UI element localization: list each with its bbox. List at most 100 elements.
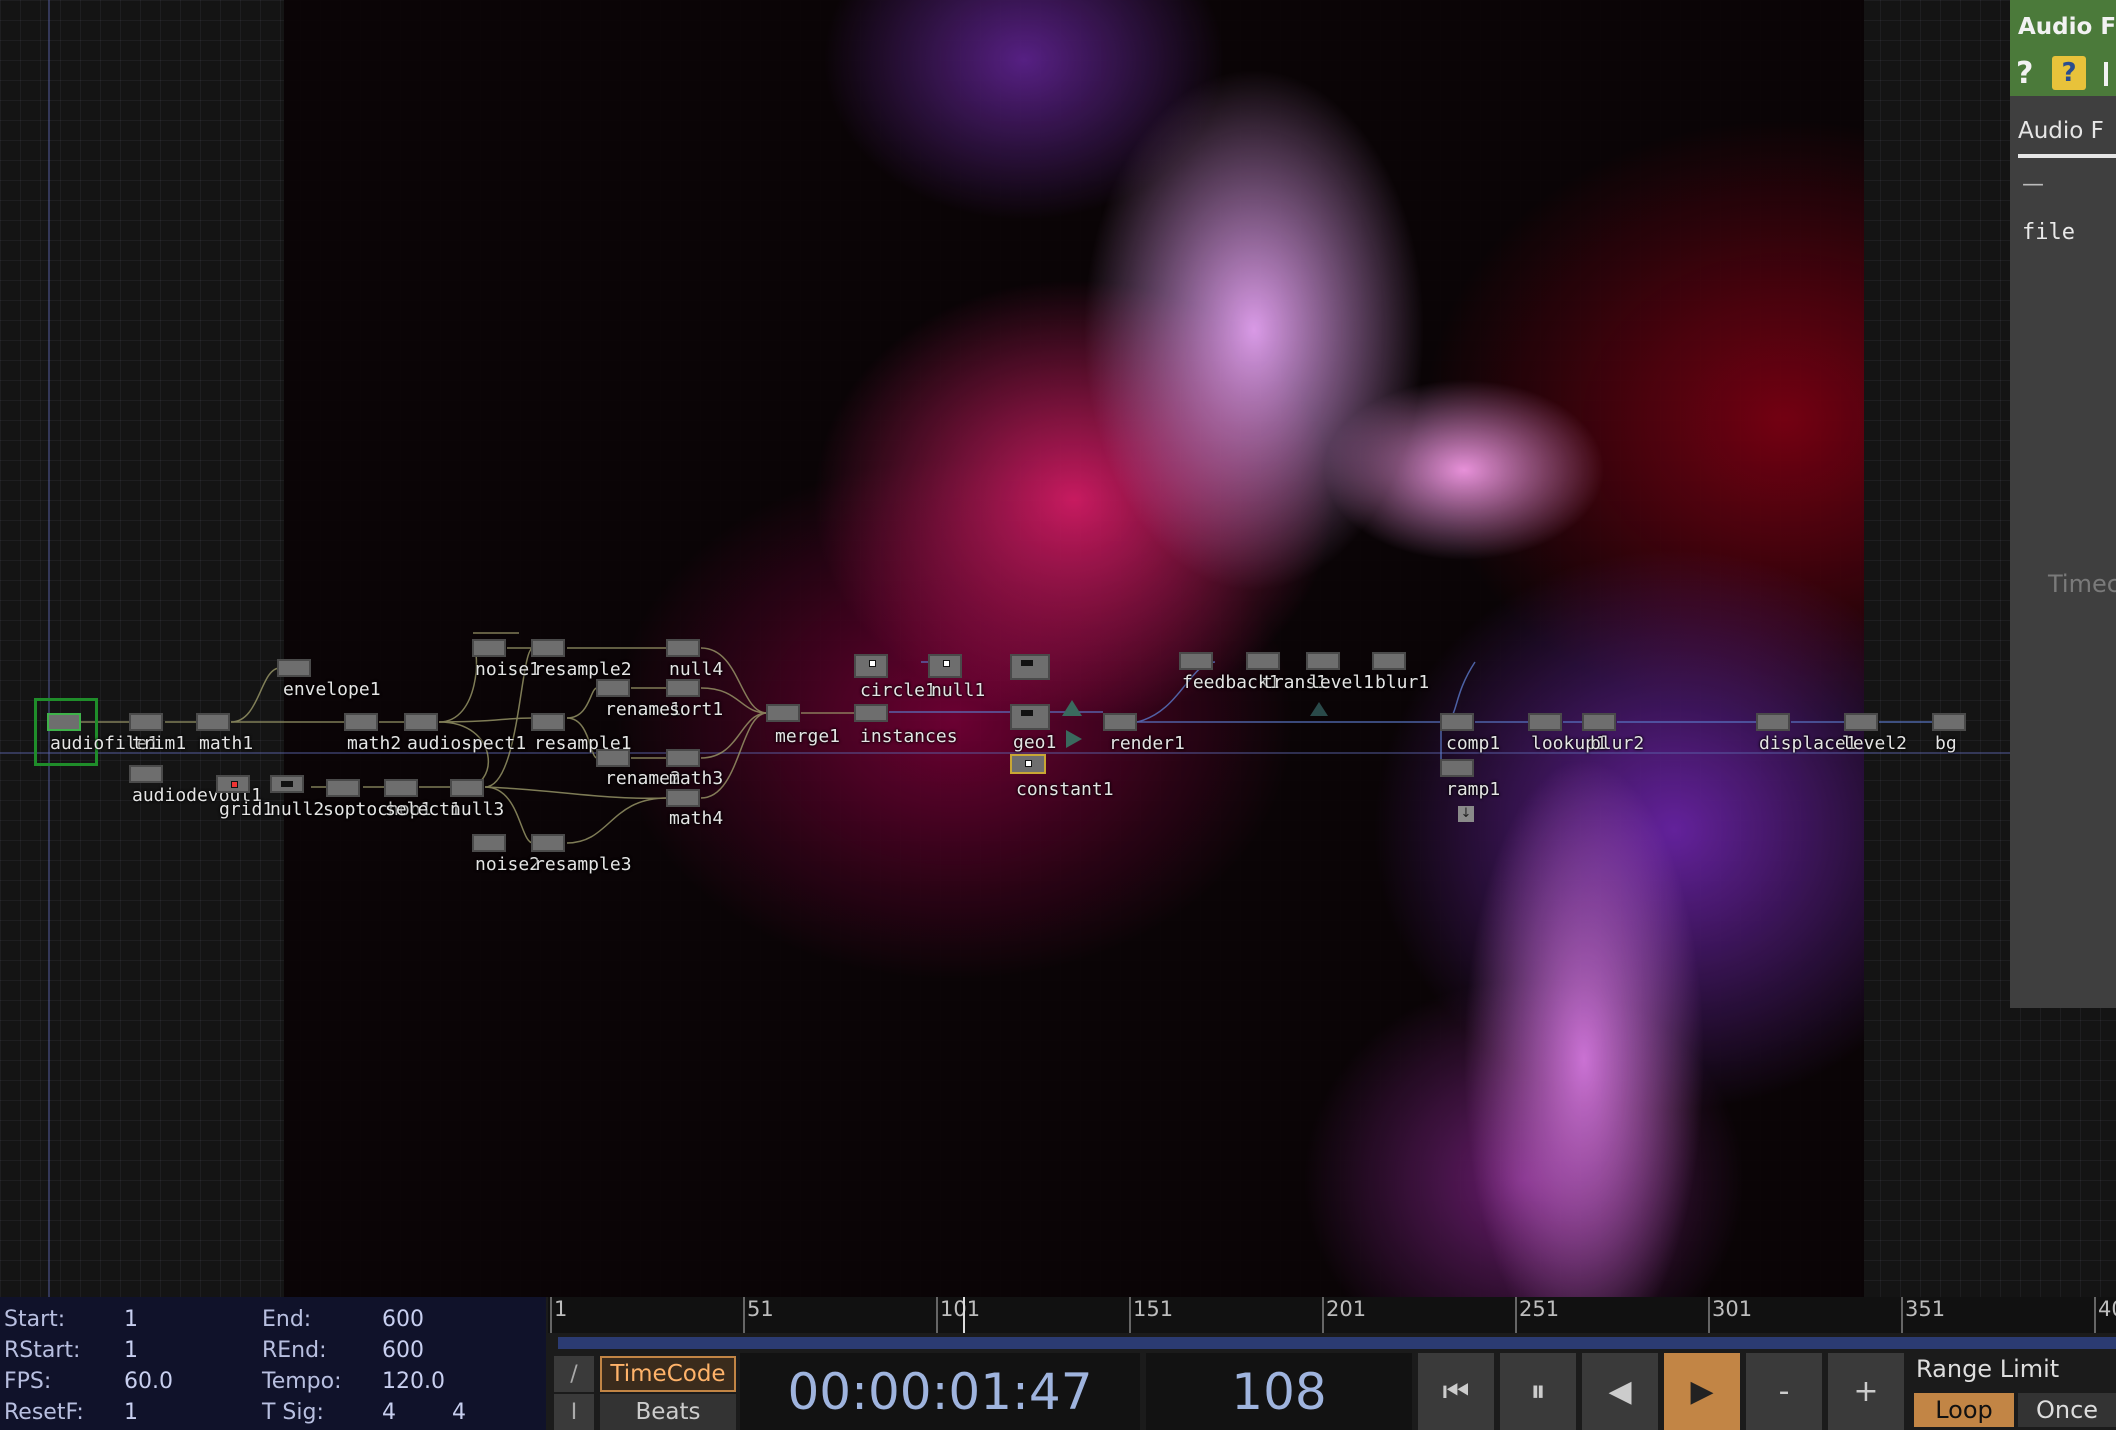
node-circle1[interactable] xyxy=(854,654,888,678)
step-back-icon: ◀ xyxy=(1608,1374,1632,1409)
node-soptochop1[interactable] xyxy=(326,779,360,797)
ruler-tick-label: 201 xyxy=(1326,1297,1367,1321)
node-noise2[interactable] xyxy=(472,834,506,852)
network-editor[interactable]: audiofile1 trim1 math1 envelope1 math2 a… xyxy=(0,0,2116,1297)
download-arrow-icon[interactable]: ↓ xyxy=(1458,806,1474,822)
node-null1[interactable] xyxy=(928,654,962,678)
node-math4[interactable] xyxy=(666,789,700,807)
timecode-mode-button[interactable]: TimeCode xyxy=(600,1356,736,1392)
node-cam1[interactable] xyxy=(1010,654,1050,680)
node-math1[interactable] xyxy=(196,713,230,731)
node-select1[interactable] xyxy=(384,779,418,797)
node-geo1[interactable] xyxy=(1010,704,1050,730)
resetf-value[interactable]: 1 xyxy=(124,1400,138,1425)
node-null2[interactable] xyxy=(270,775,304,793)
node-lookup1[interactable] xyxy=(1528,713,1562,731)
ruler-tick xyxy=(1901,1297,1903,1333)
node-blur2[interactable] xyxy=(1582,713,1616,731)
node-ramp1[interactable] xyxy=(1440,759,1474,777)
node-rename1[interactable] xyxy=(596,679,630,697)
frame-display[interactable]: 108 xyxy=(1146,1353,1412,1430)
node-math3[interactable] xyxy=(666,749,700,767)
rewind-button[interactable]: ⏮ xyxy=(1418,1353,1494,1430)
ibeam-button[interactable]: I xyxy=(554,1394,594,1430)
pause-icon: ⏸ xyxy=(1530,1374,1546,1409)
step-plus-button[interactable]: + xyxy=(1828,1353,1904,1430)
start-value[interactable]: 1 xyxy=(124,1307,138,1332)
node-bg[interactable] xyxy=(1932,713,1966,731)
node-trim1[interactable] xyxy=(129,713,163,731)
slash-button[interactable]: / xyxy=(554,1356,594,1392)
node-null3[interactable] xyxy=(450,779,484,797)
node-comp1[interactable] xyxy=(1440,713,1474,731)
tempo-value[interactable]: 120.0 xyxy=(382,1369,445,1394)
tab-audio-file[interactable]: Audio F xyxy=(2018,118,2104,144)
node-label: bg xyxy=(1935,733,1957,754)
ruler-tick xyxy=(1708,1297,1710,1333)
ruler-tick xyxy=(1515,1297,1517,1333)
panel-header: Audio Fi ? ? xyxy=(2010,0,2116,96)
node-label: audiospect1 xyxy=(407,733,527,754)
node-instances[interactable] xyxy=(854,704,888,722)
node-label: geo1 xyxy=(1013,732,1057,753)
node-merge1[interactable] xyxy=(766,704,800,722)
node-label: comp1 xyxy=(1446,733,1501,754)
rstart-label: RStart: xyxy=(4,1338,81,1363)
pause-button[interactable]: ⏸ xyxy=(1500,1353,1576,1430)
node-label: render1 xyxy=(1109,733,1185,754)
node-envelope1[interactable] xyxy=(277,659,311,677)
tsig-denominator[interactable]: 4 xyxy=(452,1400,466,1425)
ruler-tick-label: 151 xyxy=(1133,1297,1174,1321)
timecode-display[interactable]: 00:00:01:47 xyxy=(740,1353,1140,1430)
beats-mode-button[interactable]: Beats xyxy=(600,1394,736,1430)
info-icon[interactable] xyxy=(2104,62,2108,86)
node-trans1[interactable] xyxy=(1246,652,1280,670)
node-displace1[interactable] xyxy=(1756,713,1790,731)
node-null4[interactable] xyxy=(666,639,700,657)
ruler-tick xyxy=(1129,1297,1131,1333)
node-label: noise1 xyxy=(475,659,541,680)
step-minus-button[interactable]: - xyxy=(1746,1353,1822,1430)
tsig-numerator[interactable]: 4 xyxy=(382,1400,396,1425)
node-level1[interactable] xyxy=(1306,652,1340,670)
node-label: level1 xyxy=(1309,672,1375,693)
rstart-value[interactable]: 1 xyxy=(124,1338,138,1363)
rend-value[interactable]: 600 xyxy=(382,1338,424,1363)
node-grid1[interactable] xyxy=(216,775,250,793)
node-label: null1 xyxy=(931,680,986,701)
play-button[interactable]: ▶ xyxy=(1664,1353,1740,1430)
node-rename2[interactable] xyxy=(596,749,630,767)
fps-value[interactable]: 60.0 xyxy=(124,1369,173,1394)
node-resample1[interactable] xyxy=(531,713,565,731)
node-math2[interactable] xyxy=(344,713,378,731)
node-label: null3 xyxy=(450,799,505,820)
node-feedback1[interactable] xyxy=(1179,652,1213,670)
loop-button[interactable]: Loop xyxy=(1914,1393,2014,1427)
node-resample2[interactable] xyxy=(531,639,565,657)
node-sort1[interactable] xyxy=(666,679,700,697)
node-noise1[interactable] xyxy=(472,639,506,657)
range-bar[interactable] xyxy=(548,1333,2116,1355)
playhead[interactable] xyxy=(963,1297,966,1333)
end-value[interactable]: 600 xyxy=(382,1307,424,1332)
parameter-panel[interactable]: Audio Fi ? ? Audio F — file Timec xyxy=(2010,0,2116,1008)
ruler-tick xyxy=(2094,1297,2096,1333)
once-button[interactable]: Once xyxy=(2018,1393,2116,1427)
rend-label: REnd: xyxy=(262,1338,327,1363)
node-level2[interactable] xyxy=(1844,713,1878,731)
node-constant1[interactable] xyxy=(1010,754,1046,774)
step-back-button[interactable]: ◀ xyxy=(1582,1353,1658,1430)
ruler-tick-label: 351 xyxy=(1905,1297,1946,1321)
timeline-ruler[interactable]: 15110115120125130135140 xyxy=(548,1297,2116,1333)
ruler-tick-label: 1 xyxy=(554,1297,568,1321)
node-render1[interactable] xyxy=(1103,713,1137,731)
timeline-bar: Start: 1 RStart: 1 FPS: 60.0 ResetF: 1 E… xyxy=(0,1297,2116,1430)
node-blur1[interactable] xyxy=(1372,652,1406,670)
node-audiospect1[interactable] xyxy=(404,713,438,731)
question-icon[interactable]: ? xyxy=(2016,56,2033,91)
node-audiofile1[interactable] xyxy=(47,713,81,731)
python-help-icon[interactable]: ? xyxy=(2052,56,2086,90)
node-resample3[interactable] xyxy=(531,834,565,852)
node-audiodevout1[interactable] xyxy=(129,765,163,783)
point-icon xyxy=(1025,760,1032,767)
